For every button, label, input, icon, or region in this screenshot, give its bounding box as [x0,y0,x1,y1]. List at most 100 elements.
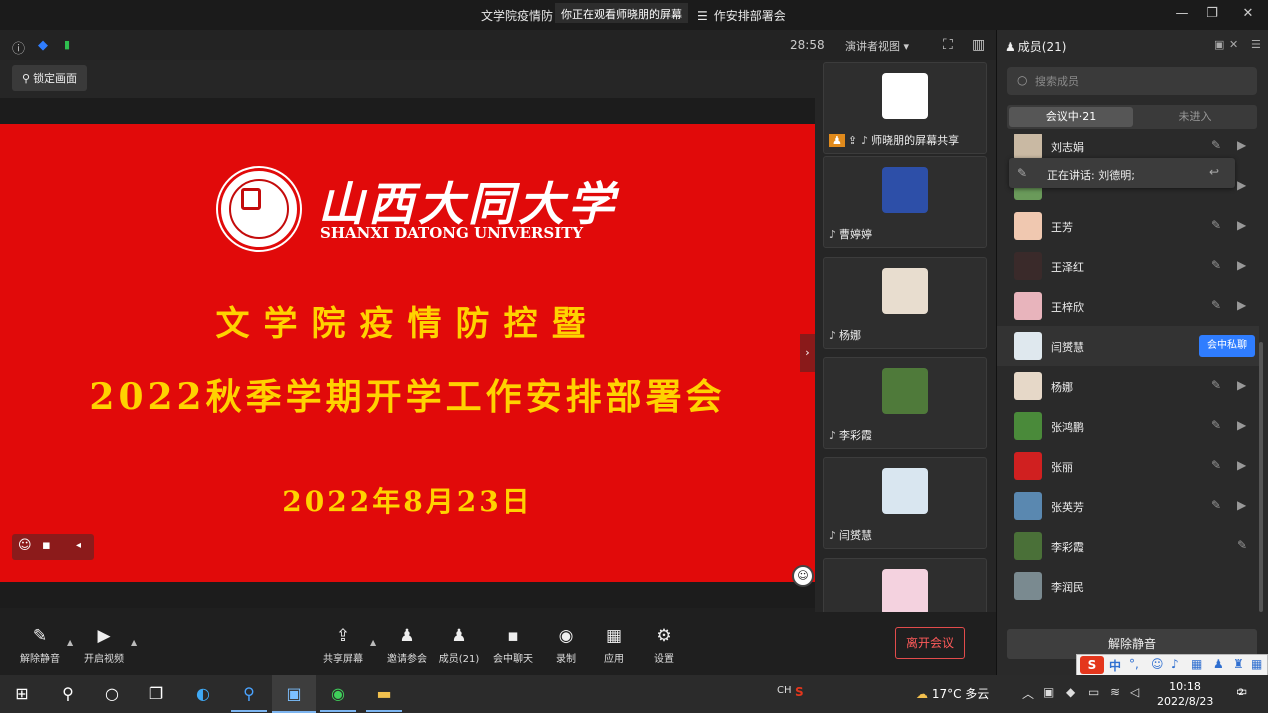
list-item[interactable]: 张丽 ✎ ▶ [997,446,1259,486]
mic-muted-icon[interactable]: ✎ [1211,258,1221,272]
info-icon[interactable]: ⓘ [12,38,25,57]
list-item[interactable]: 王芳 ✎ ▶ [997,206,1259,246]
invite-button[interactable]: ♟ 邀请参会 [377,626,437,665]
emoji-icon[interactable]: ☺ [1151,657,1164,671]
file-explorer-icon[interactable]: ▬ [372,682,396,706]
view-mode-dropdown[interactable]: 演讲者视图 ▾ [845,38,909,54]
wifi-icon[interactable]: ≋ [1110,685,1120,699]
member-search-input[interactable] [1035,71,1245,91]
ime-lang-toggle[interactable]: 中 [1109,657,1121,674]
task-view-icon[interactable]: ❐ [144,682,168,706]
signal-icon[interactable]: ▮ [64,38,70,51]
popout-icon[interactable]: ▣ [1214,38,1224,51]
show-hidden-icons-chevron-icon[interactable]: ︿ [1022,685,1034,702]
skin-icon[interactable]: ♜ [1233,657,1244,671]
audio-options-chevron-icon[interactable]: ▲ [67,638,73,647]
share-options-chevron-icon[interactable]: ▲ [370,638,376,647]
thumbnail-tile[interactable]: ♪ 闫赟慧 [823,457,987,549]
tab-not-joined[interactable]: 未进入 [1133,105,1257,129]
security-shield-icon[interactable]: ◆ [38,38,48,53]
mic-muted-icon[interactable]: ✎ [1211,218,1221,232]
unmute-mic-button[interactable]: ✎ 解除静音 [10,626,70,665]
camera-off-icon[interactable]: ▶ [1237,178,1246,192]
windows-start-icon[interactable]: ⊞ [10,682,34,706]
list-item[interactable]: 张英芳 ✎ ▶ [997,486,1259,526]
toolbox-icon[interactable]: ▦ [1251,657,1262,671]
list-item[interactable]: 杨娜 ✎ ▶ [997,366,1259,406]
member-list-scrollbar[interactable] [1259,342,1263,612]
list-item[interactable]: 王泽红 ✎ ▶ [997,246,1259,286]
collapse-left-icon[interactable]: ◂ [76,540,81,551]
thumbnail-tile[interactable]: ♪ 李彩霞 [823,357,987,449]
camera-off-icon[interactable]: ▶ [1237,418,1246,432]
minimize-icon[interactable]: — [1172,6,1192,21]
defender-shield-icon[interactable]: ◆ [1066,685,1075,699]
close-panel-icon[interactable]: ✕ [1229,38,1238,51]
sogou-logo-icon[interactable]: S [1080,656,1104,674]
mic-muted-icon[interactable]: ✎ [1237,538,1247,552]
chat-button[interactable]: ▪ 会中聊天 [483,626,543,665]
search-app-icon[interactable]: ⚲ [237,682,261,706]
cortana-icon[interactable]: ○ [100,682,124,706]
mic-muted-icon[interactable]: ✎ [1211,458,1221,472]
keyboard-icon[interactable]: ▦ [1191,657,1202,671]
return-icon[interactable]: ↩ [1209,165,1219,179]
list-item[interactable]: 王梓欣 ✎ ▶ [997,286,1259,326]
fullscreen-icon[interactable]: ⛶ [943,37,953,53]
wechat-icon[interactable]: ◉ [326,682,350,706]
mic-muted-icon[interactable]: ✎ [1211,418,1221,432]
mic-muted-icon[interactable]: ✎ [1211,378,1221,392]
thumbnail-tile[interactable]: ♟ ⇪ ♪ 师晓朋的屏幕共享 [823,62,987,154]
collapse-thumbnails-handle[interactable]: › [800,334,815,372]
system-clock[interactable]: 10:18 2022/8/23 [1157,679,1213,709]
layout-icon[interactable]: ▥ [972,37,985,53]
tab-in-meeting[interactable]: 会议中·21 [1009,107,1133,127]
punctuation-icon[interactable]: °, [1129,657,1139,671]
battery-icon[interactable]: ▭ [1088,685,1099,699]
volume-icon[interactable]: ◁ [1130,685,1139,699]
list-icon[interactable]: ☰ [697,9,708,23]
self-avatar[interactable]: ☺ [792,565,814,587]
voice-icon[interactable]: ♪ [1171,657,1179,671]
thumbnail-tile[interactable] [823,558,987,612]
avatar [1014,372,1042,400]
list-item[interactable]: 张鸿鹏 ✎ ▶ [997,406,1259,446]
restore-icon[interactable]: ❐ [1202,6,1222,21]
notification-center-icon[interactable]: ▭2 [1230,684,1250,704]
leave-meeting-button[interactable]: 离开会议 [895,627,965,659]
ime-indicator[interactable]: CH [777,685,792,696]
list-item[interactable]: 闫赟慧 会中私聊 [997,326,1259,366]
camera-off-icon[interactable]: ▶ [1237,138,1246,152]
sogou-tray-icon[interactable]: S [795,685,804,699]
panel-menu-icon[interactable]: ☰ [1251,38,1261,51]
video-options-chevron-icon[interactable]: ▲ [131,638,137,647]
mic-muted-icon[interactable]: ✎ [1211,298,1221,312]
settings-button[interactable]: ⚙ 设置 [634,626,694,665]
mic-muted-icon[interactable]: ✎ [1211,138,1221,152]
thumbnail-tile[interactable]: ♪ 曹婷婷 [823,156,987,248]
private-chat-button[interactable]: 会中私聊 [1199,335,1255,357]
camera-off-icon[interactable]: ▶ [1237,458,1246,472]
share-screen-button[interactable]: ⇪ 共享屏幕 [313,626,373,665]
meeting-app-icon[interactable]: ▣ [282,682,306,706]
emoji-icon[interactable]: ☺ [18,538,32,553]
start-video-button[interactable]: ▶ 开启视频 [74,626,134,665]
chat-bubble-icon[interactable]: ▪ [42,538,51,553]
list-item[interactable]: 李彩霞 ✎ [997,526,1259,566]
tray-app-icon[interactable]: ▣ [1043,685,1054,699]
user-icon[interactable]: ♟ [1213,657,1224,671]
camera-off-icon[interactable]: ▶ [1237,298,1246,312]
mic-muted-icon[interactable]: ✎ [1211,498,1221,512]
camera-off-icon[interactable]: ▶ [1237,218,1246,232]
search-icon[interactable]: ⚲ [56,682,80,706]
edge-browser-icon[interactable]: ◐ [191,682,215,706]
close-icon[interactable]: ✕ [1238,6,1258,21]
list-item[interactable]: 李润民 [997,566,1259,604]
camera-off-icon[interactable]: ▶ [1237,498,1246,512]
camera-off-icon[interactable]: ▶ [1237,258,1246,272]
weather-widget[interactable]: ☁ 17°C 多云 [916,685,989,702]
camera-off-icon[interactable]: ▶ [1237,378,1246,392]
lock-view-button[interactable]: ⚲ 锁定画面 [12,65,88,91]
members-button[interactable]: ♟ 成员(21) [429,626,489,665]
thumbnail-tile[interactable]: ♪ 杨娜 [823,257,987,349]
